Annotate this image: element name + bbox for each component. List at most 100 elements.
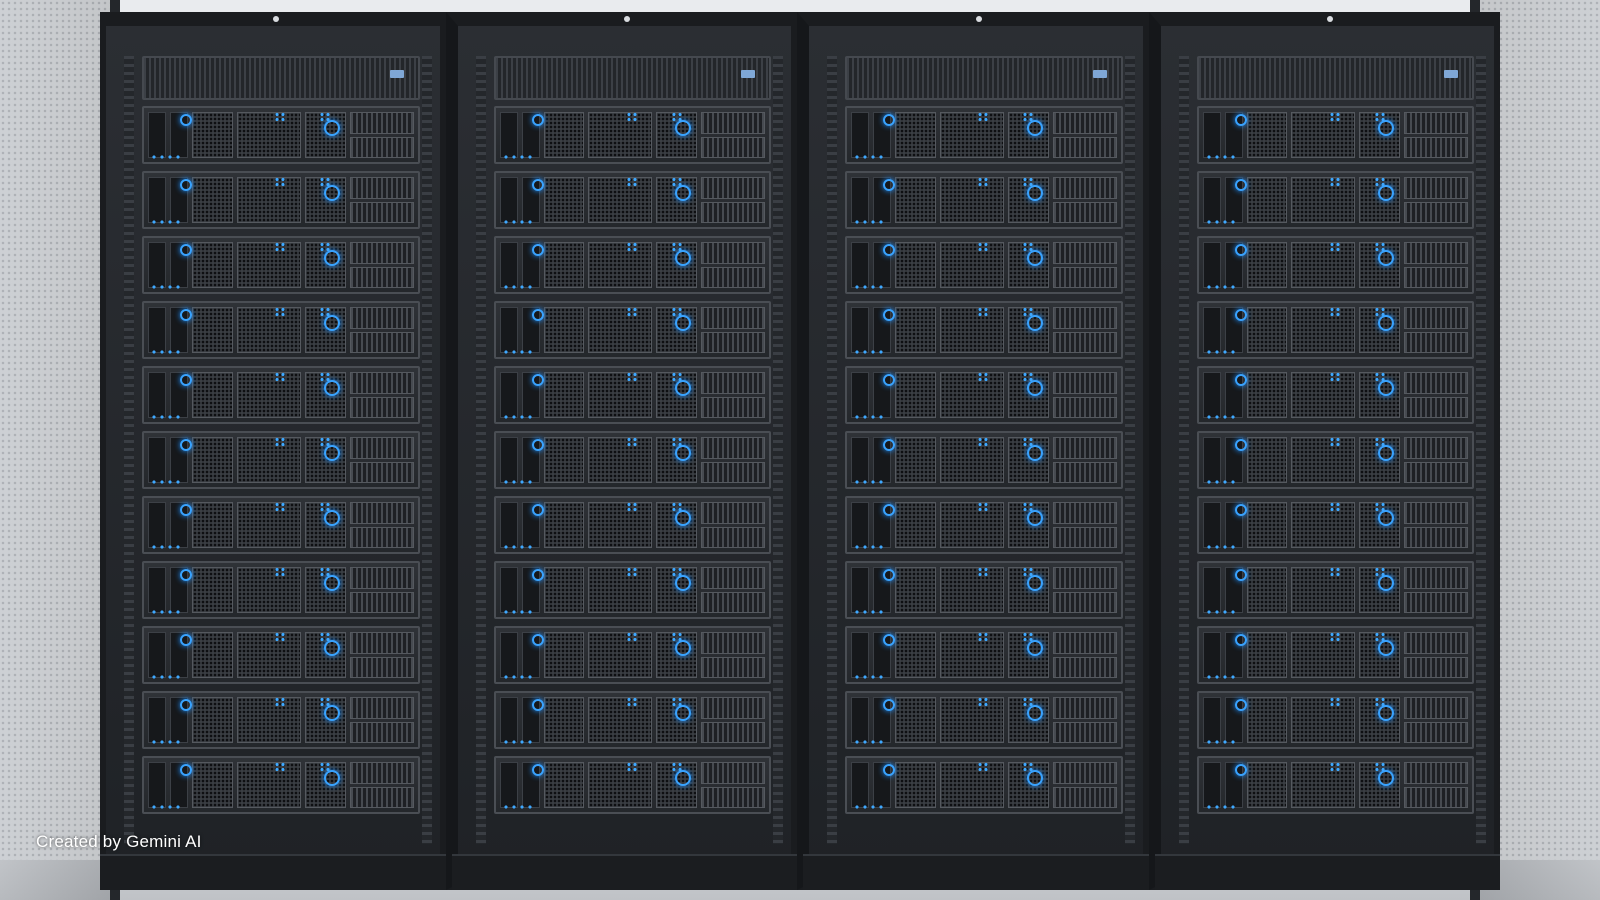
drive-bay bbox=[499, 177, 518, 223]
port-led-icon bbox=[150, 545, 180, 549]
power-supply bbox=[349, 112, 414, 158]
status-led-icon bbox=[1378, 575, 1394, 591]
power-led-icon bbox=[883, 504, 895, 516]
drive-bay bbox=[148, 762, 166, 808]
status-led-icon bbox=[323, 250, 340, 266]
power-supply bbox=[1052, 372, 1117, 418]
status-led-icon bbox=[1026, 705, 1043, 721]
drive-bay bbox=[148, 372, 166, 418]
rack-server bbox=[845, 626, 1123, 684]
vent-grille bbox=[895, 762, 936, 808]
vent-grille bbox=[1246, 437, 1288, 483]
power-supply bbox=[349, 372, 414, 418]
activity-led-icon bbox=[670, 307, 683, 317]
vent-grille bbox=[588, 762, 653, 808]
status-led-icon bbox=[1378, 445, 1394, 461]
vent-grille bbox=[192, 632, 233, 678]
drive-bay bbox=[1202, 177, 1221, 223]
cabinet-top-indicator bbox=[1327, 16, 1334, 22]
vent-grille bbox=[1291, 112, 1356, 158]
power-supply bbox=[701, 632, 765, 678]
vent-grille bbox=[543, 177, 585, 223]
port-led-icon bbox=[150, 220, 180, 224]
rack-server bbox=[493, 561, 771, 619]
rack-server bbox=[845, 236, 1123, 294]
rack-server bbox=[845, 756, 1123, 814]
port-led-icon bbox=[501, 610, 532, 614]
drive-bay bbox=[499, 242, 518, 288]
power-led-icon bbox=[531, 244, 544, 256]
activity-led-icon bbox=[625, 632, 638, 642]
vent-grille bbox=[1246, 632, 1288, 678]
drive-bay bbox=[499, 307, 518, 353]
rack-server bbox=[493, 756, 771, 814]
activity-led-icon bbox=[1022, 437, 1034, 447]
rack-server bbox=[1196, 691, 1474, 749]
rack-server bbox=[142, 626, 420, 684]
power-led-icon bbox=[1234, 764, 1247, 776]
power-supply bbox=[1052, 632, 1117, 678]
power-led-icon bbox=[531, 309, 544, 321]
activity-led-icon bbox=[670, 437, 683, 447]
power-supply bbox=[1404, 177, 1468, 223]
status-led-icon bbox=[323, 705, 340, 721]
rack-server bbox=[142, 106, 420, 164]
status-led-icon bbox=[1378, 120, 1394, 136]
rack-server bbox=[845, 431, 1123, 489]
power-led-icon bbox=[180, 439, 192, 451]
vent-grille bbox=[192, 242, 233, 288]
activity-led-icon bbox=[1022, 307, 1034, 317]
power-supply bbox=[1404, 567, 1468, 613]
server-cabinet-row bbox=[100, 12, 1500, 890]
vent-grille bbox=[895, 112, 936, 158]
power-led-icon bbox=[180, 504, 192, 516]
vent-grille bbox=[588, 632, 653, 678]
power-supply bbox=[1052, 762, 1117, 808]
activity-led-icon bbox=[977, 112, 989, 122]
power-led-icon bbox=[883, 114, 895, 126]
vent-grille bbox=[1246, 697, 1288, 743]
status-led-icon bbox=[675, 510, 691, 526]
vent-grille bbox=[939, 567, 1004, 613]
status-led-icon bbox=[1026, 445, 1043, 461]
drive-bay bbox=[1202, 697, 1221, 743]
rack-server bbox=[142, 301, 420, 359]
port-led-icon bbox=[853, 610, 883, 614]
status-led-icon bbox=[1026, 770, 1043, 786]
activity-led-icon bbox=[625, 697, 638, 707]
vent-grille bbox=[588, 567, 653, 613]
port-led-icon bbox=[501, 545, 532, 549]
vent-grille bbox=[1246, 762, 1288, 808]
activity-led-icon bbox=[274, 177, 286, 187]
port-led-icon bbox=[501, 805, 532, 809]
status-led-icon bbox=[323, 315, 340, 331]
status-led-icon bbox=[323, 510, 340, 526]
power-supply bbox=[1052, 567, 1117, 613]
vent-grille bbox=[192, 307, 233, 353]
status-led-icon bbox=[1378, 705, 1394, 721]
status-led-icon bbox=[323, 120, 340, 136]
vent-grille bbox=[588, 307, 653, 353]
vent-grille bbox=[543, 762, 585, 808]
power-supply bbox=[349, 307, 414, 353]
vent-grille bbox=[939, 372, 1004, 418]
port-led-icon bbox=[1204, 350, 1235, 354]
activity-led-icon bbox=[1022, 697, 1034, 707]
vent-grille bbox=[543, 502, 585, 548]
power-supply bbox=[1404, 112, 1468, 158]
drive-bay bbox=[1202, 762, 1221, 808]
drive-bay bbox=[851, 307, 869, 353]
rack-server bbox=[845, 691, 1123, 749]
vent-grille bbox=[1291, 632, 1356, 678]
vent-grille bbox=[543, 242, 585, 288]
rack-rail bbox=[421, 56, 432, 844]
activity-led-icon bbox=[274, 697, 286, 707]
drive-bay bbox=[851, 112, 869, 158]
power-supply bbox=[701, 112, 765, 158]
port-led-icon bbox=[150, 805, 180, 809]
status-led-icon bbox=[1378, 770, 1394, 786]
port-led-icon bbox=[1204, 675, 1235, 679]
vent-grille bbox=[1246, 177, 1288, 223]
vent-grille bbox=[895, 372, 936, 418]
rack-server bbox=[142, 431, 420, 489]
